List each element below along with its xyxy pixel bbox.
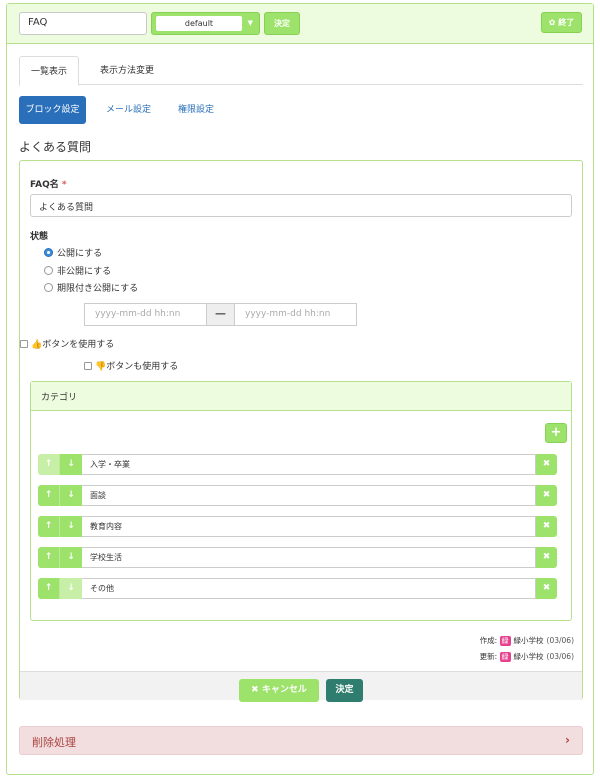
updated-info: 更新: 緑緑小学校 (03/06): [479, 652, 574, 662]
move-up-icon[interactable]: ↑: [38, 454, 60, 475]
category-row: ↑ ↓ 学校生活 ✖: [38, 547, 561, 568]
move-down-icon[interactable]: ↓: [60, 516, 82, 537]
category-row: ↑ ↓ 教育内容 ✖: [38, 516, 561, 537]
category-name-input[interactable]: 入学・卒業: [82, 454, 536, 475]
checkbox-icon[interactable]: [20, 340, 28, 348]
move-down-icon[interactable]: ↓: [60, 485, 82, 506]
form-footer: ✖ キャンセル 決定: [20, 671, 582, 702]
pill-mail-settings[interactable]: メール設定: [106, 96, 151, 124]
category-name-input[interactable]: その他: [82, 578, 536, 599]
end-edit-button[interactable]: ✿ 終了: [541, 12, 582, 33]
frame-decide-button[interactable]: 決定: [264, 12, 300, 35]
tab-list[interactable]: 一覧表示: [19, 56, 80, 86]
use-unlike-checkbox[interactable]: 👎ボタンも使用する: [84, 359, 178, 372]
publish-end-input[interactable]: yyyy-mm-dd hh:nn: [234, 303, 357, 326]
status-option-limited[interactable]: 期限付き公開にする: [44, 281, 138, 294]
pill-permission-settings[interactable]: 権限設定: [178, 96, 214, 124]
radio-icon[interactable]: [44, 266, 53, 275]
category-row: ↑ ↓ 面談 ✖: [38, 485, 561, 506]
cancel-button[interactable]: ✖ キャンセル: [239, 679, 319, 702]
move-down-icon[interactable]: ↓: [60, 578, 82, 599]
publish-start-input[interactable]: yyyy-mm-dd hh:nn: [84, 303, 207, 326]
tab-bar: 一覧表示 表示方法変更: [19, 56, 583, 86]
move-down-icon[interactable]: ↓: [60, 454, 82, 475]
date-separator: —: [207, 303, 234, 326]
frame-header: FAQ default ▼ 決定 ✿ 終了: [7, 4, 593, 44]
user-badge: 緑: [499, 652, 511, 662]
move-up-icon[interactable]: ↑: [38, 547, 60, 568]
thumbs-up-icon: 👍: [31, 340, 43, 350]
chevron-down-icon: ▼: [247, 19, 253, 27]
frame-style-value: default: [156, 16, 242, 31]
submit-button[interactable]: 決定: [326, 679, 363, 702]
radio-checked-icon[interactable]: [44, 248, 53, 257]
faq-name-label: FAQ名 *: [30, 180, 67, 190]
chevron-right-icon: ›: [565, 733, 570, 747]
frame-panel: FAQ default ▼ 決定 ✿ 終了 一覧表示 表示方法変更 ブロック設定…: [6, 3, 594, 775]
block-title: よくある質問: [19, 140, 92, 154]
delete-section-title: 削除処理: [32, 736, 76, 749]
category-name-input[interactable]: 教育内容: [82, 516, 536, 537]
category-name-input[interactable]: 面談: [82, 485, 536, 506]
frame-style-select[interactable]: default ▼: [151, 12, 260, 35]
use-like-checkbox[interactable]: 👍ボタンを使用する: [20, 337, 114, 350]
status-option-public[interactable]: 公開にする: [44, 246, 102, 259]
delete-section[interactable]: 削除処理 ›: [19, 726, 583, 755]
radio-icon[interactable]: [44, 283, 53, 292]
settings-form-panel: FAQ名 * よくある質問 状態 公開にする 非公開にする 期限付き公開にする …: [19, 160, 583, 702]
category-title: カテゴリ: [31, 382, 571, 411]
checkbox-icon[interactable]: [84, 362, 92, 370]
delete-category-icon[interactable]: ✖: [536, 578, 557, 599]
move-down-icon[interactable]: ↓: [60, 547, 82, 568]
move-up-icon[interactable]: ↑: [38, 578, 60, 599]
tab-display-settings[interactable]: 表示方法変更: [89, 56, 165, 86]
frame-title-input[interactable]: FAQ: [19, 12, 147, 35]
category-row: ↑ ↓ 入学・卒業 ✖: [38, 454, 561, 475]
category-name-input[interactable]: 学校生活: [82, 547, 536, 568]
status-label: 状態: [30, 232, 49, 242]
delete-category-icon[interactable]: ✖: [536, 547, 557, 568]
created-info: 作成: 緑緑小学校 (03/06): [479, 636, 574, 646]
delete-category-icon[interactable]: ✖: [536, 454, 557, 475]
add-category-button[interactable]: +: [545, 423, 567, 443]
move-up-icon[interactable]: ↑: [38, 485, 60, 506]
delete-category-icon[interactable]: ✖: [536, 485, 557, 506]
pill-block-settings[interactable]: ブロック設定: [19, 96, 86, 124]
thumbs-down-icon: 👎: [95, 362, 107, 372]
delete-category-icon[interactable]: ✖: [536, 516, 557, 537]
faq-name-input[interactable]: よくある質問: [30, 194, 572, 217]
required-mark: *: [61, 180, 67, 190]
category-panel: カテゴリ + ↑ ↓ 入学・卒業 ✖ ↑ ↓ 面談 ✖ ↑ ↓ 教育内容 ✖ ↑: [30, 381, 572, 621]
user-badge: 緑: [499, 636, 511, 646]
move-up-icon[interactable]: ↑: [38, 516, 60, 537]
status-option-private[interactable]: 非公開にする: [44, 264, 111, 277]
category-row: ↑ ↓ その他 ✖: [38, 578, 561, 599]
